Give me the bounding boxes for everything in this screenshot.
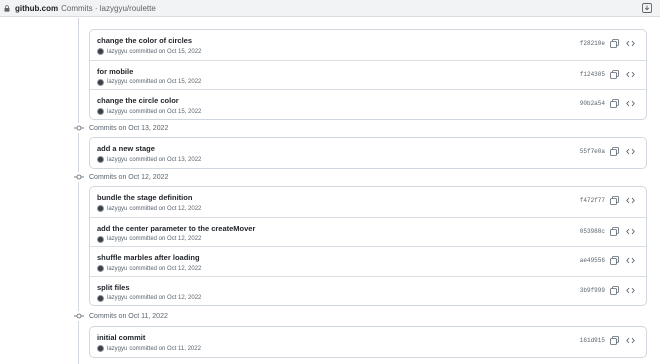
copy-icon[interactable]	[610, 285, 619, 295]
avatar[interactable]	[97, 78, 104, 86]
copy-icon[interactable]	[610, 256, 619, 265]
author-link[interactable]: lazygyu	[107, 157, 127, 163]
copy-icon[interactable]	[610, 336, 619, 345]
commit-meta: lazygyu committed on Oct 12, 2022	[97, 205, 201, 212]
code-icon[interactable]	[626, 147, 635, 156]
commit-date: committed on Oct 13, 2022	[129, 156, 202, 163]
commit-date: committed on Oct 12, 2022	[129, 295, 202, 301]
author-link[interactable]: lazygyu	[107, 346, 127, 352]
commit-row: initial commit lazygyu committed on Oct …	[90, 327, 646, 357]
commit-row: add a new stage lazygyu committed on Oct…	[90, 138, 646, 168]
commit-sha-link[interactable]: f124305	[580, 71, 605, 78]
commit-row: change the circle color lazygyu committe…	[90, 89, 646, 119]
avatar[interactable]	[97, 345, 104, 352]
commit-group-card: change the color of circles lazygyu comm…	[89, 29, 647, 120]
commit-sha-link[interactable]: ae49556	[580, 257, 605, 264]
author-link[interactable]: lazygyu	[107, 79, 127, 85]
copy-icon[interactable]	[610, 196, 619, 205]
lock-icon	[4, 4, 10, 12]
commit-date: committed on Oct 15, 2022	[129, 108, 202, 115]
commit-message-link[interactable]: for mobile	[97, 67, 133, 76]
commit-message-link[interactable]: change the color of circles	[97, 36, 192, 45]
commit-group-heading: Commits on Oct 13, 2022	[74, 121, 168, 135]
commit-meta: lazygyu committed on Oct 15, 2022	[97, 108, 201, 115]
commit-row: bundle the stage definition lazygyu comm…	[90, 187, 646, 217]
copy-icon[interactable]	[610, 99, 619, 108]
author-link[interactable]: lazygyu	[107, 109, 127, 115]
address-domain: github.com	[15, 3, 59, 13]
commit-meta: lazygyu committed on Oct 15, 2022	[97, 48, 201, 55]
avatar[interactable]	[97, 294, 104, 302]
avatar[interactable]	[97, 156, 104, 163]
commit-message-link[interactable]: split files	[97, 283, 130, 292]
avatar[interactable]	[97, 108, 104, 115]
avatar[interactable]	[97, 205, 104, 212]
commit-sha-link[interactable]: f472f77	[580, 197, 605, 204]
commit-meta: lazygyu committed on Oct 15, 2022	[97, 78, 202, 86]
commit-group-date: Commits on Oct 11, 2022	[89, 312, 168, 320]
copy-icon[interactable]	[610, 226, 619, 236]
commit-date: committed on Oct 12, 2022	[129, 205, 202, 212]
commit-group-card: initial commit lazygyu committed on Oct …	[89, 326, 647, 358]
avatar[interactable]	[97, 265, 104, 272]
commit-node-icon	[74, 123, 84, 133]
author-link[interactable]: lazygyu	[107, 266, 127, 272]
author-link[interactable]: lazygyu	[107, 236, 127, 242]
author-link[interactable]: lazygyu	[107, 295, 127, 301]
code-icon[interactable]	[626, 286, 635, 295]
code-icon[interactable]	[626, 256, 635, 265]
avatar[interactable]	[97, 235, 104, 243]
browser-address-bar[interactable]: github.com Commits · lazygyu/roulette	[0, 0, 660, 17]
commit-row: split files lazygyu committed on Oct 12,…	[90, 275, 646, 306]
code-icon[interactable]	[626, 336, 635, 345]
commit-sha-link[interactable]: 053988c	[580, 228, 605, 235]
commit-message-link[interactable]: change the circle color	[97, 96, 179, 105]
copy-icon[interactable]	[610, 39, 619, 48]
copy-icon[interactable]	[610, 69, 619, 79]
commit-date: committed on Oct 12, 2022	[129, 265, 202, 272]
commit-sha-link[interactable]: 3b9f999	[580, 287, 605, 294]
commit-row: change the color of circles lazygyu comm…	[90, 30, 646, 60]
commit-date: committed on Oct 11, 2022	[129, 345, 201, 352]
commit-date: committed on Oct 15, 2022	[129, 48, 202, 55]
code-icon[interactable]	[626, 227, 635, 236]
commit-group-heading: Commits on Oct 11, 2022	[74, 309, 168, 323]
commit-group-date: Commits on Oct 12, 2022	[89, 173, 169, 181]
author-link[interactable]: lazygyu	[107, 49, 127, 55]
commit-sha-link[interactable]: 55f7e0a	[580, 148, 605, 155]
commit-node-icon	[74, 311, 84, 321]
commit-message-link[interactable]: initial commit	[97, 333, 145, 342]
copy-icon[interactable]	[610, 147, 619, 156]
code-icon[interactable]	[626, 39, 635, 48]
commit-date: committed on Oct 12, 2022	[129, 236, 202, 242]
commit-message-link[interactable]: add the center parameter to the createMo…	[97, 224, 255, 233]
code-icon[interactable]	[626, 70, 635, 79]
commit-message-link[interactable]: bundle the stage definition	[97, 193, 192, 202]
commit-row: shuffle marbles after loading lazygyu co…	[90, 246, 646, 276]
commit-meta: lazygyu committed on Oct 12, 2022	[97, 235, 202, 243]
commit-meta: lazygyu committed on Oct 13, 2022	[97, 156, 201, 163]
commit-sha-link[interactable]: f28210e	[580, 40, 605, 47]
code-icon[interactable]	[626, 99, 635, 108]
commit-node-icon	[74, 172, 84, 182]
avatar[interactable]	[97, 48, 104, 55]
commit-sha-link[interactable]: 90b2a54	[580, 100, 605, 107]
author-link[interactable]: lazygyu	[107, 206, 127, 212]
commit-group-date: Commits on Oct 13, 2022	[89, 124, 169, 132]
commit-meta: lazygyu committed on Oct 12, 2022	[97, 294, 202, 302]
commit-date: committed on Oct 15, 2022	[129, 79, 202, 85]
download-icon[interactable]	[642, 3, 652, 13]
commit-group-card: bundle the stage definition lazygyu comm…	[89, 186, 647, 306]
commit-meta: lazygyu committed on Oct 12, 2022	[97, 265, 201, 272]
commit-meta: lazygyu committed on Oct 11, 2022	[97, 345, 201, 352]
commit-group-heading: Commits on Oct 12, 2022	[74, 170, 168, 184]
commit-row: for mobile lazygyu committed on Oct 15, …	[90, 59, 646, 90]
code-icon[interactable]	[626, 196, 635, 205]
commit-group-card: add a new stage lazygyu committed on Oct…	[89, 137, 647, 169]
commit-sha-link[interactable]: 161d915	[580, 337, 605, 344]
commit-message-link[interactable]: shuffle marbles after loading	[97, 253, 200, 262]
page-title: Commits · lazygyu/roulette	[61, 3, 156, 13]
commit-message-link[interactable]: add a new stage	[97, 144, 155, 153]
commit-row: add the center parameter to the createMo…	[90, 216, 646, 247]
